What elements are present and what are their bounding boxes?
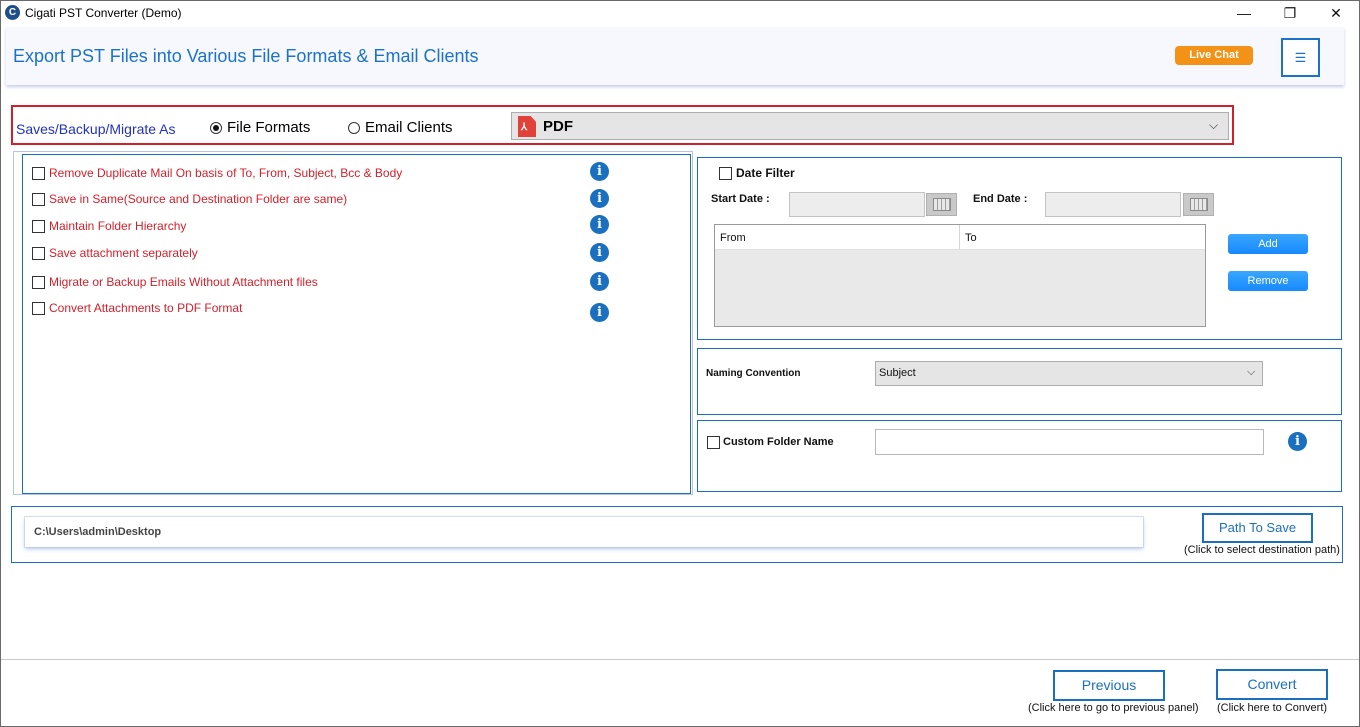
naming-convention-select[interactable]: Subject ⌵: [875, 361, 1263, 386]
date-filter-checkbox[interactable]: [719, 167, 732, 180]
app-header: Export PST Files into Various File Forma…: [6, 27, 1344, 85]
custom-folder-checkbox[interactable]: [707, 436, 720, 449]
custom-folder-panel: Custom Folder Name i: [697, 420, 1342, 492]
app-logo-icon: C: [5, 5, 20, 20]
pdf-file-icon: ⅄: [518, 116, 536, 137]
save-attachment-checkbox[interactable]: [32, 246, 45, 260]
convert-hint: (Click here to Convert): [1217, 702, 1328, 714]
option-remove-duplicate[interactable]: Remove Duplicate Mail On basis of To, Fr…: [32, 165, 402, 181]
menu-button[interactable]: ☰: [1281, 38, 1320, 77]
custom-folder-input[interactable]: [875, 429, 1264, 455]
option-folder-hierarchy[interactable]: Maintain Folder Hierarchy: [32, 218, 186, 234]
convert-button[interactable]: Convert: [1216, 669, 1328, 700]
info-icon[interactable]: i: [590, 215, 609, 234]
footer-divider: [1, 659, 1359, 660]
option-save-attachment[interactable]: Save attachment separately: [32, 245, 198, 261]
info-icon[interactable]: i: [590, 303, 609, 322]
pdf-mark-icon: ⅄: [521, 122, 528, 133]
option-label: Remove Duplicate Mail On basis of To, Fr…: [49, 166, 403, 180]
live-chat-button[interactable]: Live Chat: [1175, 46, 1253, 65]
close-button[interactable]: ✕: [1313, 1, 1359, 25]
destination-path-panel: C:\Users\admin\Desktop Path To Save (Cli…: [11, 506, 1343, 563]
calendar-icon: [932, 198, 951, 211]
end-date-calendar-button[interactable]: [1183, 193, 1214, 216]
start-date-input[interactable]: [789, 192, 925, 217]
end-date-label: End Date :: [973, 193, 1028, 205]
column-header-from: From: [720, 232, 746, 244]
column-header-to: To: [965, 232, 977, 244]
format-select-value: PDF: [543, 118, 573, 135]
without-attachment-checkbox[interactable]: [32, 275, 45, 289]
info-icon[interactable]: i: [1288, 432, 1307, 451]
file-formats-label[interactable]: File Formats: [227, 119, 310, 136]
option-save-in-same[interactable]: Save in Same(Source and Destination Fold…: [32, 191, 347, 207]
options-panel: Remove Duplicate Mail On basis of To, Fr…: [22, 154, 691, 494]
folder-hierarchy-checkbox[interactable]: [32, 219, 45, 233]
table-header: From To: [715, 225, 1205, 250]
window-title: Cigati PST Converter (Demo): [25, 6, 182, 20]
add-button[interactable]: Add: [1228, 234, 1308, 254]
save-in-same-checkbox[interactable]: [32, 192, 45, 206]
file-formats-radio[interactable]: [210, 122, 222, 134]
option-label: Migrate or Backup Emails Without Attachm…: [49, 275, 318, 289]
option-label: Convert Attachments to PDF Format: [49, 301, 243, 315]
convert-attachments-checkbox[interactable]: [32, 301, 45, 315]
option-label: Save in Same(Source and Destination Fold…: [49, 192, 348, 206]
chevron-down-icon: ⌵: [1209, 118, 1219, 132]
email-clients-label[interactable]: Email Clients: [365, 119, 453, 136]
save-as-row: Saves/Backup/Migrate As File Formats Ema…: [11, 105, 1234, 145]
remove-duplicate-checkbox[interactable]: [32, 166, 45, 180]
previous-hint: (Click here to go to previous panel): [1028, 702, 1199, 714]
info-icon[interactable]: i: [590, 272, 609, 291]
calendar-icon: [1189, 198, 1208, 211]
chevron-down-icon: ⌵: [1247, 366, 1256, 378]
column-divider: [959, 225, 960, 249]
hamburger-icon: ☰: [1294, 49, 1307, 65]
date-filter-panel: Date Filter Start Date : End Date : From…: [697, 157, 1342, 340]
app-window: C Cigati PST Converter (Demo) — ❐ ✕ Expo…: [0, 0, 1360, 727]
remove-button[interactable]: Remove: [1228, 271, 1308, 291]
maximize-button[interactable]: ❐: [1267, 1, 1313, 25]
info-icon[interactable]: i: [590, 162, 609, 181]
option-without-attachment[interactable]: Migrate or Backup Emails Without Attachm…: [32, 274, 318, 290]
info-icon[interactable]: i: [590, 189, 609, 208]
date-range-table[interactable]: From To: [714, 224, 1206, 327]
format-select[interactable]: ⅄ PDF ⌵: [511, 112, 1229, 140]
path-to-save-button[interactable]: Path To Save: [1202, 513, 1313, 543]
destination-path-value: C:\Users\admin\Desktop: [34, 526, 162, 538]
minimize-button[interactable]: —: [1221, 1, 1267, 25]
info-icon[interactable]: i: [590, 243, 609, 262]
custom-folder-label: Custom Folder Name: [723, 436, 834, 448]
date-filter-label: Date Filter: [736, 166, 795, 180]
naming-convention-label: Naming Convention: [706, 368, 801, 379]
path-to-save-hint: (Click to select destination path): [1184, 544, 1340, 556]
naming-convention-panel: Naming Convention Subject ⌵: [697, 348, 1342, 415]
start-date-calendar-button[interactable]: [926, 193, 957, 216]
start-date-label: Start Date :: [711, 193, 770, 205]
title-bar: C Cigati PST Converter (Demo) — ❐ ✕: [1, 1, 1359, 25]
option-label: Maintain Folder Hierarchy: [49, 219, 187, 233]
email-clients-radio[interactable]: [348, 122, 360, 134]
end-date-input[interactable]: [1045, 192, 1181, 217]
previous-button[interactable]: Previous: [1053, 670, 1165, 701]
destination-path-field[interactable]: C:\Users\admin\Desktop: [25, 517, 1143, 547]
option-label: Save attachment separately: [49, 246, 198, 260]
option-convert-attachments[interactable]: Convert Attachments to PDF Format: [32, 300, 242, 316]
page-title: Export PST Files into Various File Forma…: [13, 46, 479, 66]
naming-select-value: Subject: [879, 367, 916, 379]
save-as-label: Saves/Backup/Migrate As: [16, 121, 176, 137]
